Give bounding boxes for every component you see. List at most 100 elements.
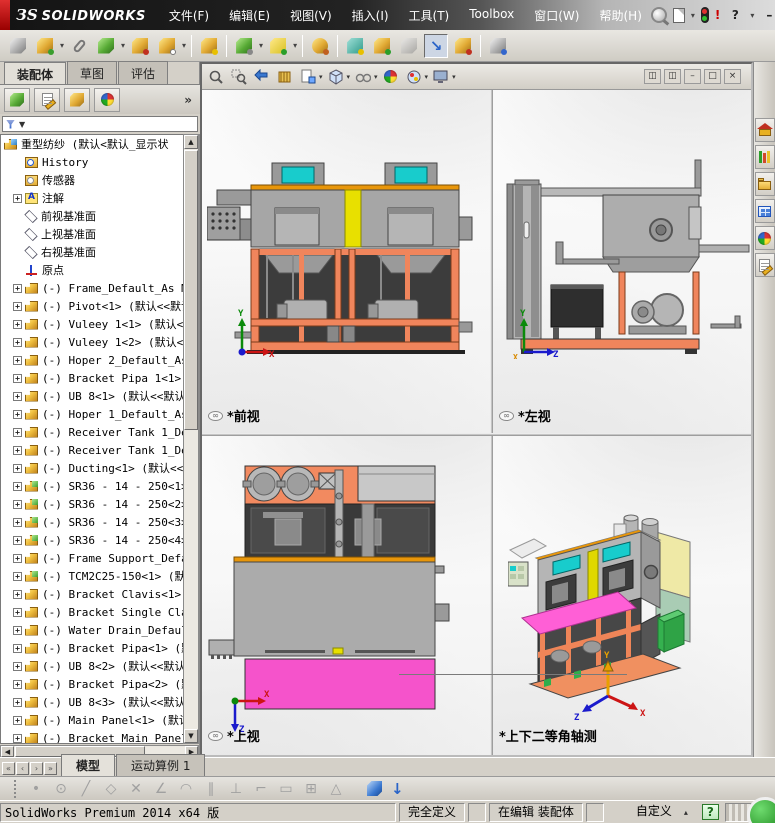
sketch-tool-icon[interactable]: ◠ [178, 781, 194, 797]
front-view-model[interactable]: Y X [207, 136, 482, 368]
menu-item[interactable]: 编辑(E) [220, 3, 279, 28]
tree-root-item[interactable]: 重型纺纱 (默认<默认_显示状 [1, 135, 183, 153]
sketch-tool-icon[interactable]: ⌐ [253, 781, 269, 797]
sketch-tool-icon[interactable]: ✕ [128, 781, 144, 797]
tree-item[interactable]: + (-) SR36 - 14 - 250<4> [1, 531, 183, 549]
model-tab[interactable]: 运动算例 1 [116, 754, 206, 776]
assembly-features-button[interactable] [232, 34, 256, 58]
menu-item[interactable]: 视图(V) [281, 3, 341, 28]
refgeo-caret-icon[interactable]: ▾ [293, 41, 297, 50]
menu-item[interactable]: 帮助(H) [590, 3, 650, 28]
model-tab[interactable]: 模型 [61, 754, 116, 776]
expand-toggle[interactable]: + [13, 535, 22, 545]
sketch-tool-icon[interactable]: ▭ [278, 781, 294, 797]
tree-item[interactable]: + 原点 [1, 261, 183, 279]
tab-nav-button[interactable]: › [30, 762, 43, 775]
section-view-button[interactable] [275, 67, 295, 87]
viewport-isometric[interactable]: Y X Z *上下二等角轴测 [493, 436, 751, 755]
view-palette-button[interactable] [754, 199, 775, 223]
tree-item[interactable]: + (-) Hoper 2_Default_As [1, 351, 183, 369]
expand-toggle[interactable]: + [13, 373, 22, 383]
doc-window-button[interactable]: ◫ [664, 69, 681, 84]
command-tab[interactable]: 评估 [118, 61, 169, 84]
display-manager-tab-button[interactable] [94, 87, 120, 112]
sketch-tool-icon[interactable]: ◇ [103, 781, 119, 797]
tree-item[interactable]: + (-) SR36 - 14 - 250<3> [1, 513, 183, 531]
tab-nav-button[interactable]: » [44, 762, 57, 775]
component-pattern-button[interactable] [94, 34, 118, 58]
scroll-left-button[interactable]: ◀ [1, 746, 14, 757]
settings-caret-icon[interactable]: ▾ [452, 73, 456, 81]
tree-item[interactable]: + (-) Hoper 1_Default_As [1, 405, 183, 423]
appearance-sheet-button[interactable] [298, 67, 318, 87]
expand-toggle[interactable]: + [13, 391, 22, 401]
zoom-fit-button[interactable] [206, 67, 226, 87]
snapshot-button[interactable] [486, 34, 510, 58]
normal-to-arrow-icon[interactable]: ↓ [391, 780, 404, 798]
custom-status[interactable]: 自定义 [628, 803, 680, 822]
tree-vertical-scrollbar[interactable]: ▲ ▼ [183, 134, 199, 744]
expand-toggle[interactable]: + [13, 607, 22, 617]
tree-item[interactable]: + (-) UB 8<2> (默认<<默认 [1, 657, 183, 675]
tree-item[interactable]: + History [1, 153, 183, 171]
command-tab[interactable]: 装配体 [4, 62, 67, 85]
previous-view-button[interactable] [252, 67, 272, 87]
pattern-caret-icon[interactable]: ▾ [121, 41, 125, 50]
tree-item[interactable]: + (-) Vuleey 1<1> (默认<< [1, 315, 183, 333]
update-assembly-button[interactable] [451, 34, 475, 58]
tree-item[interactable]: + 上视基准面 [1, 225, 183, 243]
tree-item[interactable]: + (-) Receiver Tank 1_Def [1, 423, 183, 441]
tree-item[interactable]: + (-) Vuleey 1<2> (默认<< [1, 333, 183, 351]
tree-item[interactable]: + 传感器 [1, 171, 183, 189]
mate-button[interactable] [67, 34, 91, 58]
tree-item[interactable]: + (-) Receiver Tank 1_Def [1, 441, 183, 459]
expand-toggle[interactable]: + [13, 625, 22, 635]
expand-toggle[interactable]: + [13, 499, 22, 509]
tree-item[interactable]: + (-) Bracket Main Panel [1, 729, 183, 743]
menu-item[interactable]: 窗口(W) [525, 3, 588, 28]
status-help-button[interactable]: ? [701, 804, 719, 820]
open-part-caret-icon[interactable]: ▾ [60, 41, 64, 50]
doc-window-button[interactable]: □ [704, 69, 721, 84]
tree-item[interactable]: + (-) Bracket Pipa<1> (默 [1, 639, 183, 657]
tab-nav-button[interactable]: « [2, 762, 15, 775]
sketch-tool-icon[interactable]: ╱ [78, 781, 94, 797]
sketch-tool-icon[interactable]: ∥ [203, 781, 219, 797]
new-document-icon[interactable] [672, 7, 685, 23]
menu-item[interactable]: 插入(I) [343, 3, 398, 28]
zoom-area-button[interactable] [229, 67, 249, 87]
expand-toggle[interactable]: + [13, 697, 22, 707]
tree-item[interactable]: + (-) SR36 - 14 - 250<2> [1, 495, 183, 513]
tree-item[interactable]: + (-) Frame_Default_As Ma [1, 279, 183, 297]
tree-item[interactable]: + (-) Bracket Pipa<2> (默 [1, 675, 183, 693]
tree-item[interactable]: + (-) UB 8<1> (默认<<默认 [1, 387, 183, 405]
insert-components-button[interactable] [6, 34, 30, 58]
tree-item[interactable]: + (-) Main Panel<1> (默认 [1, 711, 183, 729]
tree-item[interactable]: + (-) TCM2C25-150<1> (默认 [1, 567, 183, 585]
tree-item[interactable]: + 右视基准面 [1, 243, 183, 261]
move-component-button[interactable] [155, 34, 179, 58]
scroll-down-button[interactable]: ▼ [184, 729, 198, 743]
design-library-button[interactable] [754, 145, 775, 169]
expand-toggle[interactable]: + [13, 553, 22, 563]
tree-item[interactable]: + (-) Bracket Clavis<1> ( [1, 585, 183, 603]
expand-toggle[interactable]: + [13, 481, 22, 491]
panel-overflow-chevron[interactable]: » [184, 93, 200, 107]
expand-toggle[interactable]: + [13, 517, 22, 527]
expand-toggle[interactable]: + [13, 355, 22, 365]
doc-window-button[interactable]: – [684, 69, 701, 84]
expand-toggle[interactable]: + [13, 571, 22, 581]
tree-item[interactable]: + (-) Pivot<1> (默认<<默认 [1, 297, 183, 315]
bill-of-materials-button[interactable] [343, 34, 367, 58]
menu-item[interactable]: 文件(F) [160, 3, 218, 28]
show-hidden-components-button[interactable] [197, 34, 221, 58]
tree-item[interactable]: + (-) Frame Support_Defau [1, 549, 183, 567]
tree-item[interactable]: + (-) UB 8<3> (默认<<默认 [1, 693, 183, 711]
orientation-caret-icon[interactable]: ▾ [347, 73, 351, 81]
viewport-left[interactable]: Y Z X ∞ *左视 [493, 90, 751, 433]
sketch-tool-icon[interactable]: ⊙ [53, 781, 69, 797]
viewport-horizontal-splitter[interactable] [202, 433, 751, 436]
display-caret-icon[interactable]: ▾ [374, 73, 378, 81]
reference-geometry-button[interactable] [266, 34, 290, 58]
doc-window-button[interactable]: ◫ [644, 69, 661, 84]
